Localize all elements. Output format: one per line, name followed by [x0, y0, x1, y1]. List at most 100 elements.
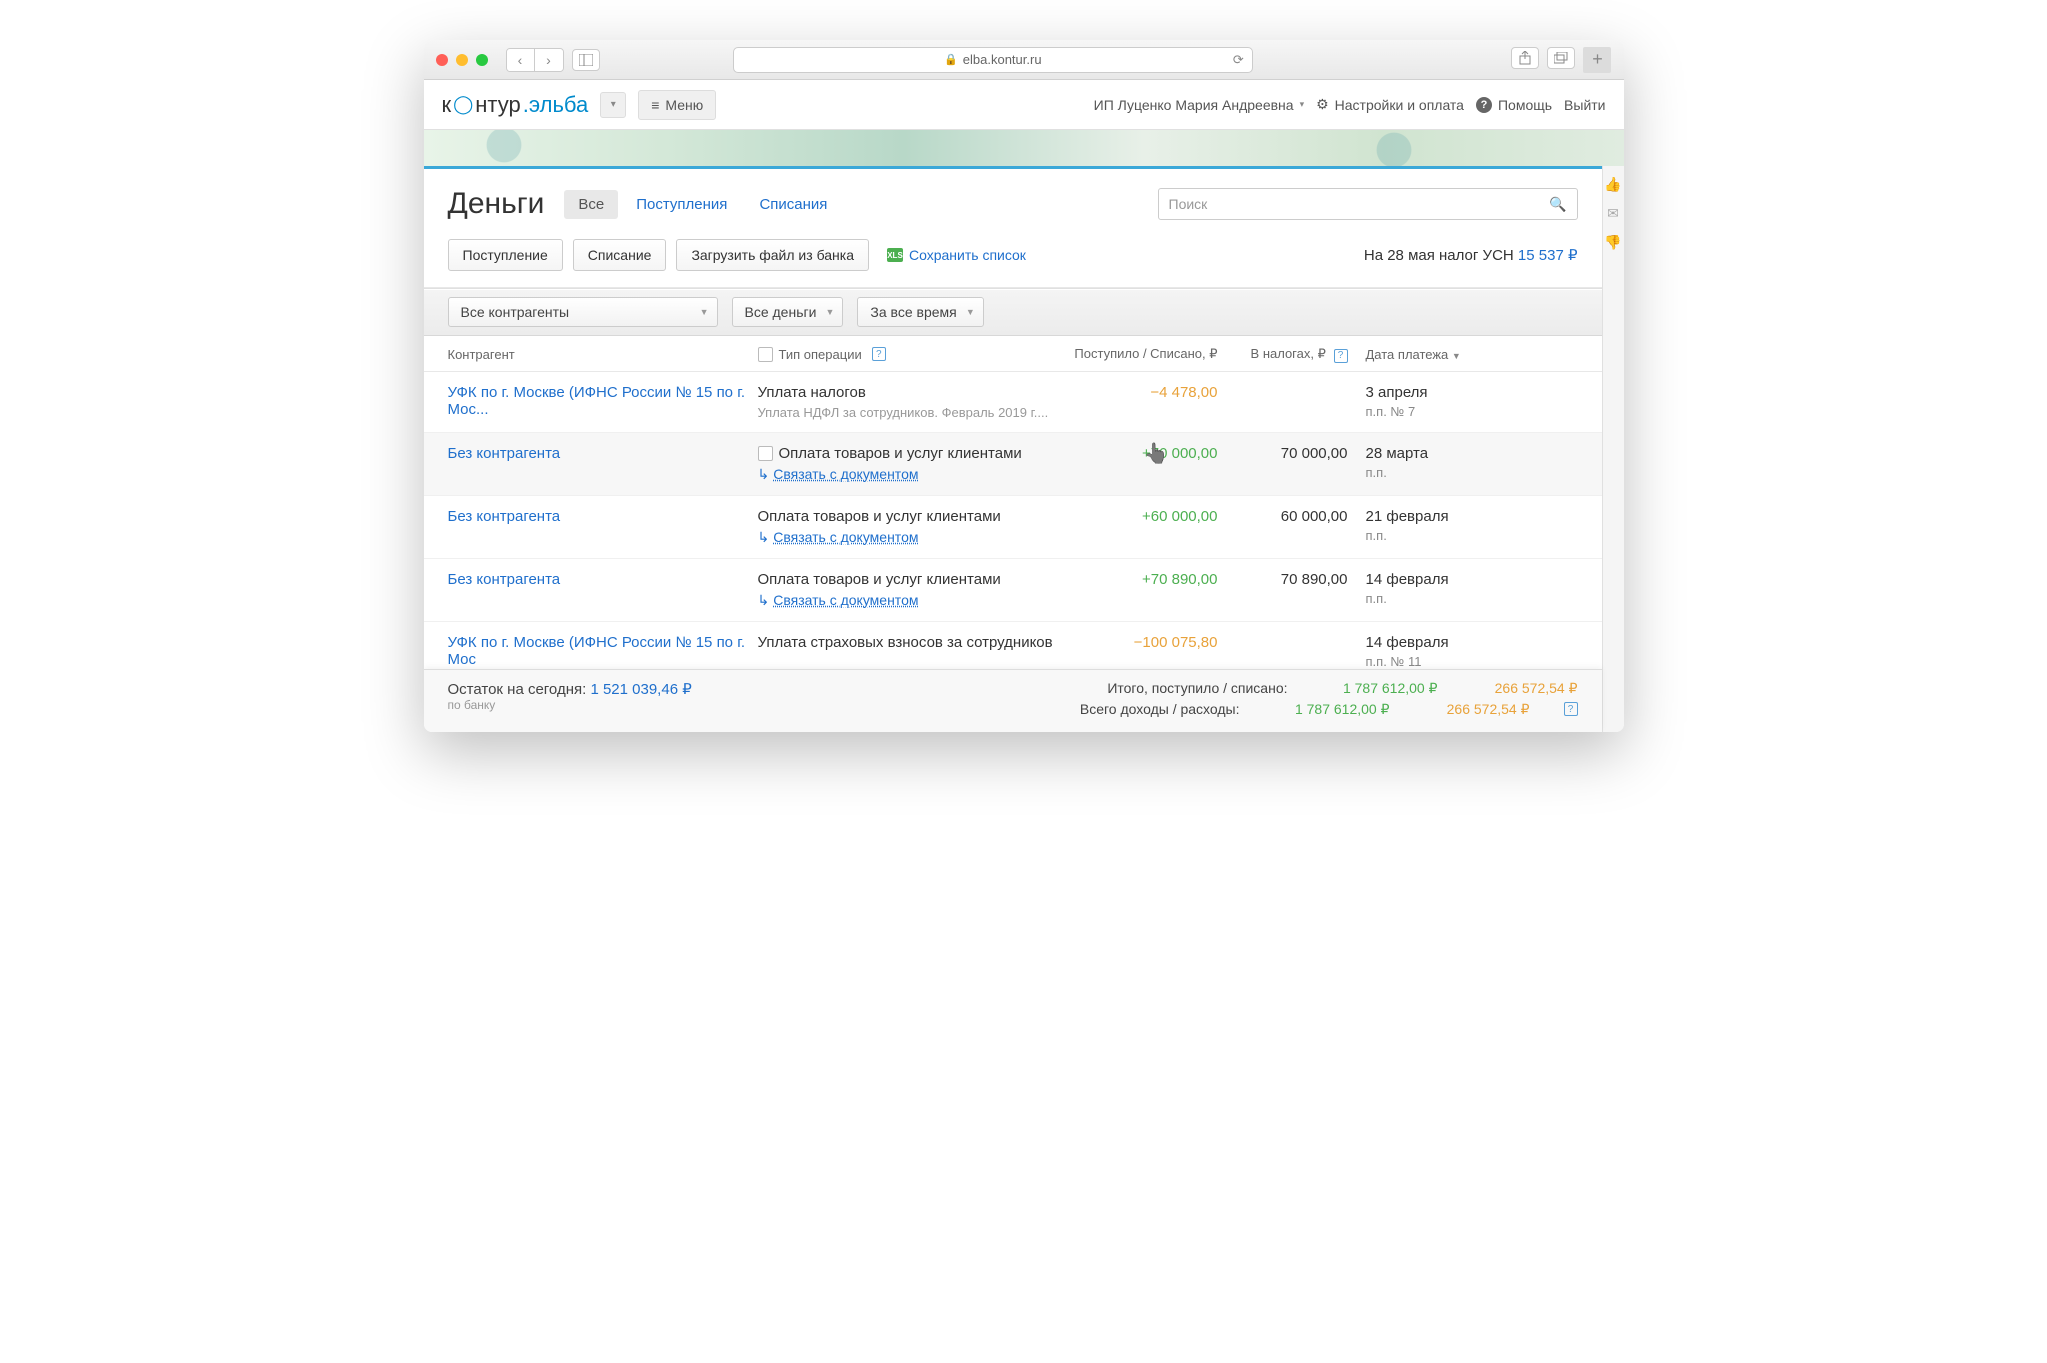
balance-label: Остаток на сегодня:: [448, 681, 587, 698]
product-switcher[interactable]: ▾: [600, 92, 626, 118]
summary-footer: Остаток на сегодня: 1 521 039,46 ₽ по ба…: [424, 669, 1602, 732]
payment-number: п.п.: [1366, 528, 1488, 543]
col-amount[interactable]: Поступило / Списано, ₽: [1058, 346, 1218, 362]
arrow-icon: ↳: [758, 466, 770, 483]
all-income: 1 787 612,00 ₽: [1270, 701, 1390, 718]
nav-buttons: ‹ ›: [506, 48, 564, 72]
select-all-checkbox[interactable]: [758, 347, 773, 362]
total-label: Итого, поступило / списано:: [1107, 680, 1287, 696]
tax-amount: 60 000,00: [1218, 508, 1348, 525]
tabs-icon[interactable]: [1547, 47, 1575, 69]
operation-sub: Уплата НДФЛ за сотрудников. Февраль 2019…: [758, 405, 1058, 420]
help-icon[interactable]: ?: [1334, 349, 1348, 363]
col-date[interactable]: Дата платежа ▼: [1348, 347, 1488, 362]
operation-type: Оплата товаров и услуг клиентами: [779, 445, 1022, 462]
chevron-down-icon: ▼: [826, 307, 835, 317]
counterparty-link[interactable]: Без контрагента: [448, 571, 561, 588]
url-text: elba.kontur.ru: [963, 52, 1042, 67]
payment-date: 14 февраля: [1366, 571, 1488, 588]
tab-all[interactable]: Все: [564, 190, 618, 219]
thumbs-down-icon[interactable]: 👎: [1604, 234, 1621, 251]
table-row[interactable]: Без контрагента Оплата товаров и услуг кл…: [424, 496, 1602, 559]
help-icon[interactable]: ?: [1564, 702, 1578, 716]
logo[interactable]: к◯нтур.эльба: [442, 92, 589, 118]
minimize-window-icon[interactable]: [456, 54, 468, 66]
amount: +60 000,00: [1058, 508, 1218, 525]
search-placeholder: Поиск: [1169, 196, 1208, 212]
filter-money[interactable]: Все деньги ▼: [732, 297, 844, 327]
all-outcome: 266 572,54 ₽: [1420, 701, 1530, 718]
filter-period[interactable]: За все время ▼: [857, 297, 983, 327]
mail-icon[interactable]: ✉: [1607, 205, 1619, 222]
maximize-window-icon[interactable]: [476, 54, 488, 66]
help-icon: ?: [1476, 97, 1492, 113]
xls-icon: XLS: [887, 248, 903, 262]
col-tax: В налогах, ₽ ?: [1218, 346, 1348, 363]
link-document[interactable]: ↳Связать с документом: [758, 466, 1058, 483]
browser-titlebar: ‹ › 🔒 elba.kontur.ru ⟳ +: [424, 40, 1624, 80]
col-agent[interactable]: Контрагент: [448, 347, 758, 362]
operation-type: Уплата страховых взносов за сотрудников: [758, 634, 1053, 651]
page-title: Деньги: [448, 187, 545, 221]
chevron-down-icon: ▼: [700, 307, 709, 317]
table-row[interactable]: УФК по г. Москве (ИФНС России № 15 по г.…: [424, 372, 1602, 433]
tab-income[interactable]: Поступления: [622, 190, 741, 219]
main-content: Деньги Все Поступления Списания Поиск 🔍 …: [424, 166, 1602, 732]
col-operation: Тип операции ?: [758, 347, 1058, 362]
chevron-down-icon: ▾: [1300, 99, 1305, 110]
forward-button[interactable]: ›: [535, 49, 563, 71]
tax-amount-link[interactable]: 15 537 ₽: [1518, 247, 1578, 264]
tax-notice: На 28 мая налог УСН 15 537 ₽: [1364, 246, 1578, 264]
link-document[interactable]: ↳Связать с документом: [758, 592, 1058, 609]
reload-icon[interactable]: ⟳: [1233, 52, 1244, 68]
all-label: Всего доходы / расходы:: [1080, 701, 1240, 717]
row-checkbox[interactable]: [758, 446, 773, 461]
save-list-link[interactable]: XLS Сохранить список: [887, 247, 1026, 263]
thumbs-up-icon[interactable]: 👍: [1604, 176, 1621, 193]
arrow-icon: ↳: [758, 592, 770, 609]
share-icon[interactable]: [1511, 47, 1539, 69]
amount: +70 890,00: [1058, 571, 1218, 588]
payment-date: 28 марта: [1366, 445, 1488, 462]
tabs: Все Поступления Списания: [564, 190, 841, 219]
table-header: Контрагент Тип операции ? Поступило / Сп…: [424, 336, 1602, 372]
operation-type: Оплата товаров и услуг клиентами: [758, 508, 1001, 525]
add-outcome-button[interactable]: Списание: [573, 239, 667, 271]
payment-date: 3 апреля: [1366, 384, 1488, 401]
logout-link[interactable]: Выйти: [1564, 97, 1605, 113]
address-bar[interactable]: 🔒 elba.kontur.ru ⟳: [733, 47, 1253, 73]
feedback-sidebar: 👍 ✉ 👎: [1602, 166, 1624, 732]
browser-window: ‹ › 🔒 elba.kontur.ru ⟳ + к◯нтур.эльба ▾ …: [424, 40, 1624, 732]
lock-icon: 🔒: [944, 53, 958, 66]
app-header: к◯нтур.эльба ▾ ≡ Меню ИП Луценко Мария А…: [424, 80, 1624, 130]
counterparty-link[interactable]: УФК по г. Москве (ИФНС России № 15 по г.…: [448, 634, 746, 668]
link-document[interactable]: ↳Связать с документом: [758, 529, 1058, 546]
back-button[interactable]: ‹: [507, 49, 535, 71]
tab-outcome[interactable]: Списания: [745, 190, 841, 219]
counterparty-link[interactable]: Без контрагента: [448, 445, 561, 462]
hamburger-icon: ≡: [651, 97, 659, 113]
search-input[interactable]: Поиск 🔍: [1158, 188, 1578, 220]
payment-number: п.п. № 7: [1366, 404, 1488, 419]
payment-number: п.п.: [1366, 591, 1488, 606]
filter-counterparty[interactable]: Все контрагенты ▼: [448, 297, 718, 327]
settings-link[interactable]: ⚙ Настройки и оплата: [1316, 96, 1464, 113]
sidebar-toggle-icon[interactable]: [572, 49, 600, 71]
gear-icon: ⚙: [1316, 96, 1329, 113]
menu-button[interactable]: ≡ Меню: [638, 90, 716, 120]
balance-amount[interactable]: 1 521 039,46 ₽: [590, 681, 691, 698]
amount: −4 478,00: [1058, 384, 1218, 401]
close-window-icon[interactable]: [436, 54, 448, 66]
counterparty-link[interactable]: Без контрагента: [448, 508, 561, 525]
table-row[interactable]: Без контрагентаОплата товаров и услуг кл…: [424, 559, 1602, 622]
help-icon[interactable]: ?: [872, 347, 886, 361]
upload-bank-button[interactable]: Загрузить файл из банка: [676, 239, 869, 271]
counterparty-link[interactable]: УФК по г. Москве (ИФНС России № 15 по г.…: [448, 384, 746, 418]
table-row[interactable]: УФК по г. Москве (ИФНС России № 15 по г.…: [424, 622, 1602, 669]
sort-desc-icon: ▼: [1452, 351, 1461, 361]
add-income-button[interactable]: Поступление: [448, 239, 563, 271]
help-link[interactable]: ? Помощь: [1476, 97, 1552, 113]
new-tab-button[interactable]: +: [1583, 47, 1611, 73]
user-menu[interactable]: ИП Луценко Мария Андреевна ▾: [1094, 97, 1304, 113]
table-row[interactable]: 👆Без контрагентаОплата товаров и услуг к…: [424, 433, 1602, 496]
